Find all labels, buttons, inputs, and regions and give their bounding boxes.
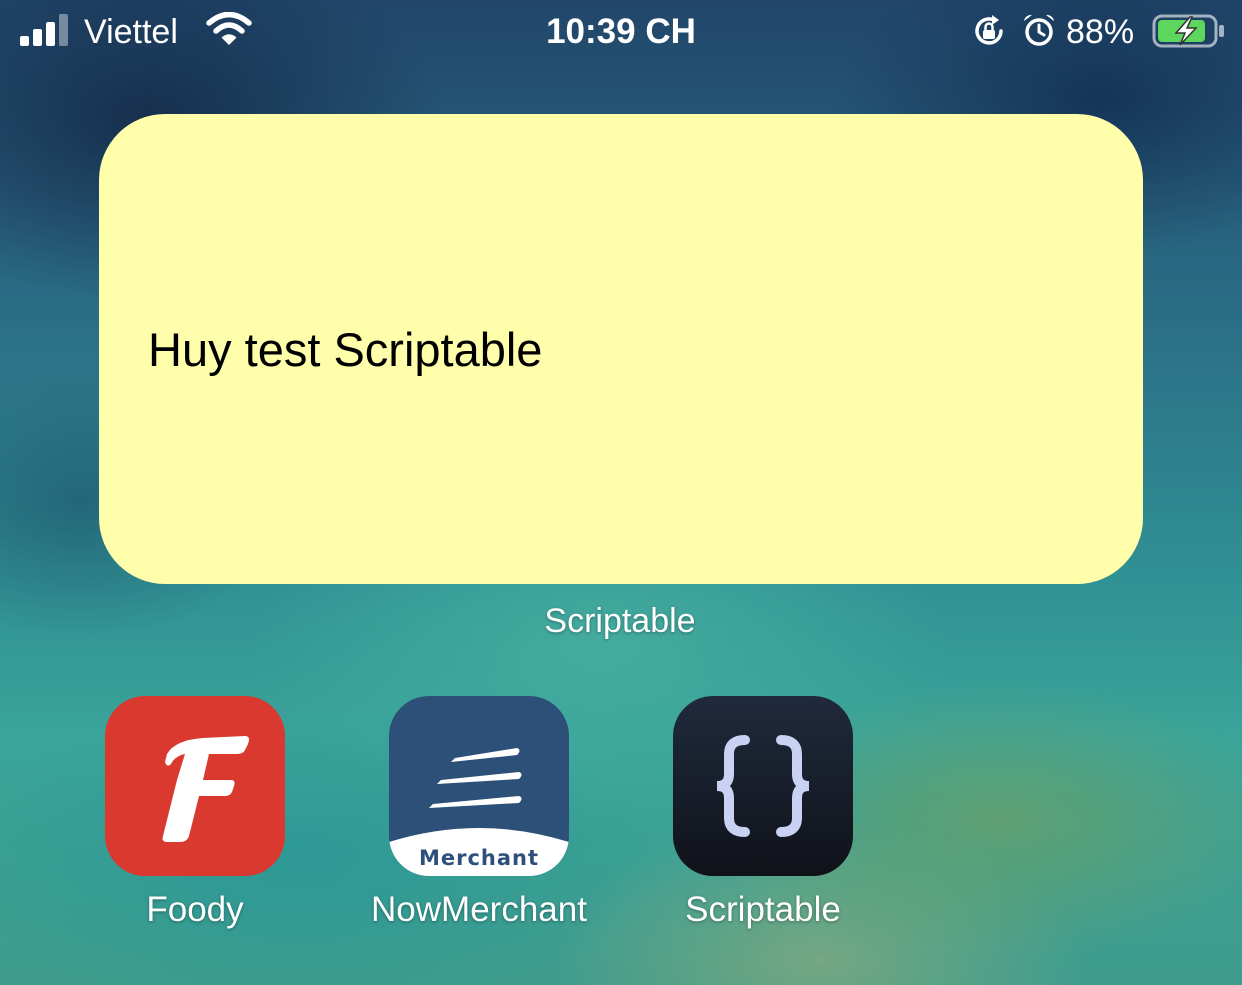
- scriptable-icon[interactable]: [673, 696, 853, 876]
- widget-label: Scriptable: [544, 602, 696, 640]
- app-label-scriptable: Scriptable: [685, 890, 841, 929]
- app-nowmerchant[interactable]: Merchant NowMerchant: [359, 696, 599, 946]
- signal-icon: [20, 14, 68, 46]
- alarm-icon: [1024, 14, 1054, 46]
- status-bar: Viettel 10:39 CH 88%: [0, 0, 1242, 66]
- app-scriptable[interactable]: Scriptable: [643, 696, 883, 946]
- scriptable-widget[interactable]: Huy test Scriptable: [99, 114, 1143, 584]
- battery-percent: 88%: [1066, 13, 1135, 51]
- wifi-icon: [206, 12, 252, 45]
- merchant-wordmark: Merchant: [418, 846, 540, 870]
- app-label-foody: Foody: [146, 890, 244, 929]
- app-label-nowmerchant: NowMerchant: [371, 890, 587, 929]
- status-time: 10:39 CH: [546, 12, 696, 51]
- app-foody[interactable]: Foody: [75, 696, 315, 946]
- foody-icon[interactable]: [105, 696, 285, 876]
- battery-charging-icon: [1152, 14, 1224, 48]
- widget-text: Huy test Scriptable: [148, 323, 543, 376]
- nowmerchant-icon[interactable]: Merchant: [389, 696, 569, 876]
- foody-f-logo: [162, 736, 249, 842]
- carrier-name: Viettel: [84, 13, 178, 51]
- curly-braces-icon: [716, 735, 810, 837]
- rotation-lock-icon: [975, 15, 1003, 45]
